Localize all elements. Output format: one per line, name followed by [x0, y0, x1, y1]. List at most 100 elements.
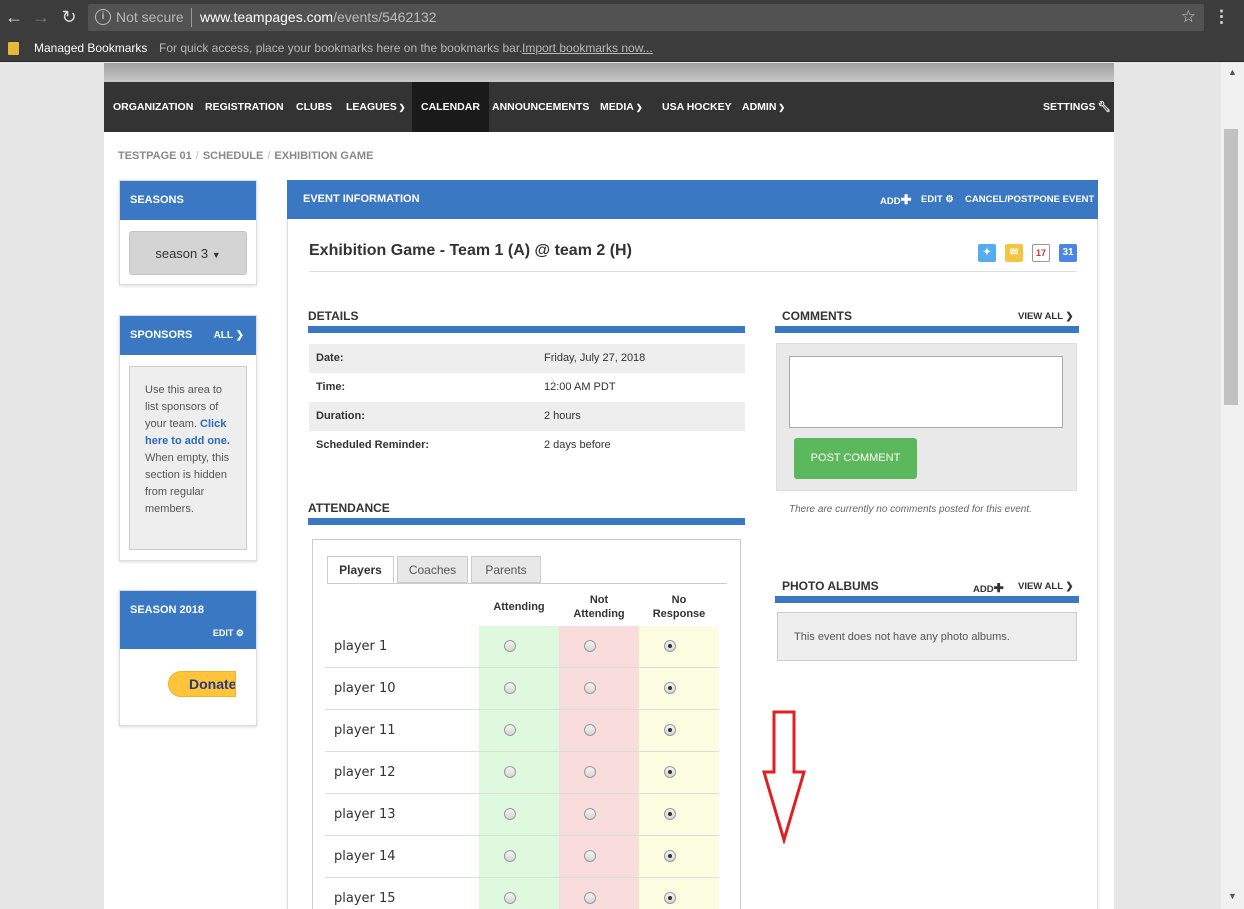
comment-input[interactable]	[789, 356, 1063, 428]
bookmark-star-icon[interactable]: ☆	[1181, 7, 1196, 27]
not-attending-radio[interactable]	[584, 808, 596, 820]
attending-radio[interactable]	[504, 724, 516, 736]
chevron-right-icon: ❯	[1065, 581, 1074, 592]
table-row: player 10	[325, 668, 719, 710]
forward-arrow-icon[interactable]: →	[30, 6, 52, 28]
attendance-bar	[308, 518, 745, 525]
details-row: Date: Friday, July 27, 2018	[309, 344, 745, 373]
gcal-day: 31	[1062, 247, 1074, 258]
import-bookmarks-link[interactable]: Import bookmarks now...	[522, 41, 653, 55]
no-response-radio[interactable]	[664, 892, 676, 904]
nav-media[interactable]: MEDIA ❯	[591, 82, 652, 132]
outlook-icon[interactable]: ✉	[1005, 244, 1023, 262]
no-response-radio[interactable]	[664, 808, 676, 820]
attending-radio[interactable]	[504, 640, 516, 652]
seasons-header: SEASONS	[120, 181, 256, 220]
attending-radio[interactable]	[504, 892, 516, 904]
google-calendar-icon[interactable]: 31	[1059, 244, 1077, 262]
no-response-radio[interactable]	[664, 682, 676, 694]
donate-label: Donate	[189, 676, 236, 692]
not-attending-radio[interactable]	[584, 766, 596, 778]
photo-view-all-link[interactable]: VIEW ALL ❯	[1018, 581, 1073, 592]
no-response-radio[interactable]	[664, 640, 676, 652]
site-nav: ORGANIZATION REGISTRATION CLUBS LEAGUES ❯…	[104, 82, 1114, 132]
tab-parents[interactable]: Parents	[471, 556, 541, 583]
browser-toolbar: ← → ↻ i Not secure www.teampages.com/eve…	[0, 0, 1244, 35]
url-text[interactable]: www.teampages.com/events/5462132	[200, 9, 437, 25]
comments-view-all-link[interactable]: VIEW ALL ❯	[1018, 311, 1073, 322]
sponsors-all-link[interactable]: ALL ❯	[214, 316, 244, 355]
not-attending-radio[interactable]	[584, 892, 596, 904]
col-attending: Attending	[493, 601, 545, 613]
no-response-radio[interactable]	[664, 766, 676, 778]
breadcrumb-item[interactable]: TESTPAGE 01	[118, 150, 192, 162]
ical-icon[interactable]: 17	[1032, 244, 1050, 262]
event-info-header: EVENT INFORMATION ADD✚ EDIT ⚙ CANCEL/POS…	[287, 180, 1098, 219]
address-bar[interactable]: i Not secure www.teampages.com/events/54…	[88, 4, 1204, 31]
reload-icon[interactable]: ↻	[58, 6, 80, 28]
event-edit-link[interactable]: EDIT ⚙	[921, 180, 954, 219]
no-response-radio[interactable]	[664, 850, 676, 862]
nav-announcements[interactable]: ANNOUNCEMENTS	[483, 82, 598, 132]
post-comment-button[interactable]: POST COMMENT	[794, 438, 917, 479]
nav-settings[interactable]: SETTINGS 🔧︎	[1034, 82, 1114, 132]
attending-radio[interactable]	[504, 850, 516, 862]
page-scrollbar[interactable]: ▲ ▼	[1221, 63, 1244, 909]
season-2018-header: SEASON 2018 EDIT ⚙	[120, 591, 256, 649]
details-value: Friday, July 27, 2018	[544, 352, 646, 364]
tab-players[interactable]: Players	[327, 556, 394, 584]
details-label: Scheduled Reminder:	[316, 439, 430, 451]
nav-label: CLUBS	[296, 101, 333, 113]
nav-label: USA HOCKEY	[662, 101, 732, 113]
not-attending-radio[interactable]	[584, 724, 596, 736]
nav-registration[interactable]: REGISTRATION	[196, 82, 293, 132]
wrench-icon: 🔧︎	[1097, 101, 1111, 113]
nav-organization[interactable]: ORGANIZATION	[104, 82, 202, 132]
scroll-thumb[interactable]	[1224, 129, 1238, 405]
breadcrumb: TESTPAGE 01/SCHEDULE / EXHIBITION GAME	[118, 150, 373, 162]
back-arrow-icon[interactable]: ←	[3, 6, 25, 28]
twitter-icon[interactable]: ✦	[978, 244, 996, 262]
no-response-radio[interactable]	[664, 724, 676, 736]
breadcrumb-item[interactable]: SCHEDULE	[203, 150, 264, 162]
table-row: player 14	[325, 836, 719, 878]
not-attending-radio[interactable]	[584, 682, 596, 694]
season-2018-title: SEASON 2018	[130, 604, 204, 616]
not-attending-radio[interactable]	[584, 850, 596, 862]
browser-menu-icon[interactable]: ⋮	[1213, 7, 1230, 27]
donate-button[interactable]: Donate	[168, 671, 236, 697]
nav-clubs[interactable]: CLUBS	[287, 82, 341, 132]
nav-leagues[interactable]: LEAGUES ❯	[337, 82, 414, 132]
nav-calendar[interactable]: CALENDAR	[412, 82, 489, 132]
event-add-link[interactable]: ADD✚	[880, 180, 912, 221]
attending-radio[interactable]	[504, 766, 516, 778]
photo-add-link[interactable]: ADD✚	[973, 581, 1004, 595]
chevron-down-icon: ❯	[398, 103, 406, 112]
col-not-attending-line1: Not	[589, 594, 609, 606]
down-arrow-icon	[761, 710, 807, 844]
details-label: Duration:	[316, 410, 365, 422]
scroll-down-icon[interactable]: ▼	[1228, 891, 1237, 901]
cancel-postpone-link[interactable]: CANCEL/POSTPONE EVENT	[965, 180, 1094, 219]
scroll-up-icon[interactable]: ▲	[1228, 67, 1237, 77]
tab-underline	[327, 583, 727, 584]
table-row: player 15	[325, 878, 719, 909]
info-icon[interactable]: i	[95, 9, 111, 25]
attendance-box: Players Coaches Parents Attending Not Att…	[312, 539, 741, 909]
player-name: player 13	[334, 807, 396, 822]
season-dropdown[interactable]: season 3 ▼	[129, 231, 247, 275]
nav-usa-hockey[interactable]: USA HOCKEY	[653, 82, 741, 132]
season-2018-panel: SEASON 2018 EDIT ⚙ Donate	[119, 590, 257, 726]
nav-admin[interactable]: ADMIN ❯	[733, 82, 794, 132]
not-attending-radio[interactable]	[584, 640, 596, 652]
tab-coaches[interactable]: Coaches	[397, 556, 468, 583]
sponsors-title: SPONSORS	[130, 329, 193, 341]
managed-bookmarks[interactable]: Managed Bookmarks	[34, 41, 147, 55]
season-2018-edit-link[interactable]: EDIT ⚙	[213, 628, 244, 639]
attending-radio[interactable]	[504, 682, 516, 694]
col-not-attending-line2: Attending	[573, 608, 625, 620]
col-no-response-line1: No	[671, 594, 687, 606]
breadcrumb-sep: /	[267, 150, 271, 162]
attending-radio[interactable]	[504, 808, 516, 820]
photo-albums-title: PHOTO ALBUMS	[782, 579, 879, 593]
